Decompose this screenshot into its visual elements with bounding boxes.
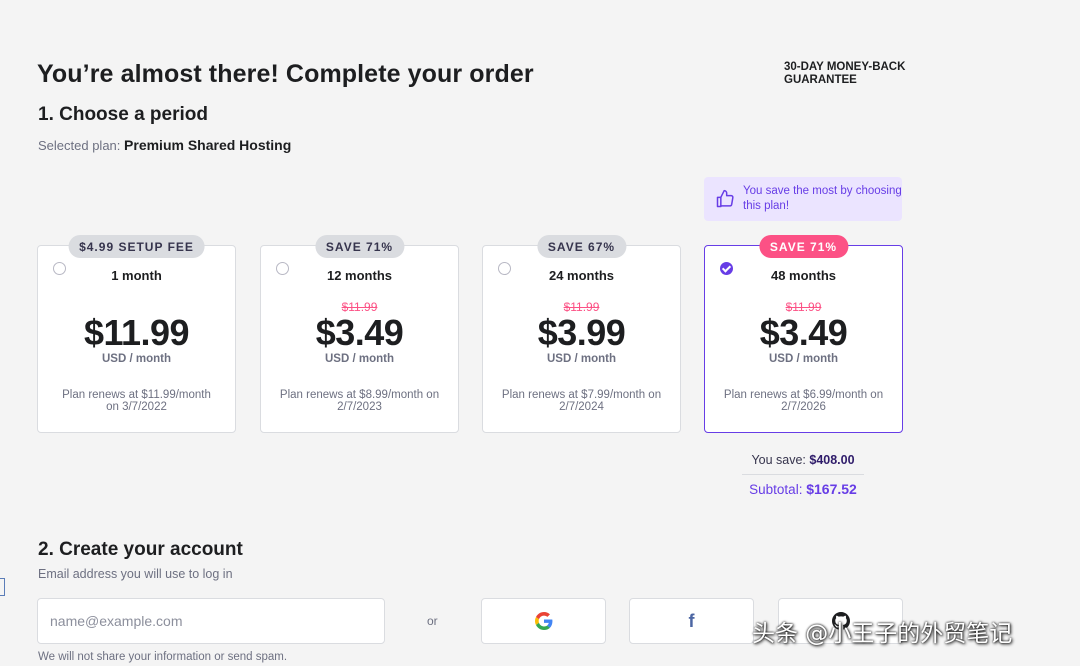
plan-renewal-note: Plan renews at $6.99/month on 2/7/2026 [723, 389, 884, 413]
plan-price: $3.49 [315, 312, 404, 353]
plan-renewal-note: Plan renews at $11.99/month on 3/7/2022 [62, 389, 211, 413]
plan-badge: SAVE 71% [314, 235, 405, 258]
plan-price-unit: USD / month [325, 353, 394, 365]
plan-card-48-months[interactable]: SAVE 71% 48 months $11.99 $3.49 USD / mo… [704, 235, 903, 433]
savings-value: $408.00 [809, 453, 855, 467]
plan-price: $3.49 [759, 312, 848, 353]
selected-plan-label: Selected plan: [38, 138, 121, 153]
subtotal-label: Subtotal: [749, 482, 803, 497]
best-value-tip-text: You save the most by choosing this plan! [743, 185, 902, 212]
subtotal-value: $167.52 [806, 481, 857, 497]
plan-price-unit: USD / month [769, 353, 838, 365]
edge-marker [0, 578, 5, 596]
savings-label: You save: [751, 453, 806, 467]
plan-renewal-note: Plan renews at $7.99/month on 2/7/2024 [501, 389, 662, 413]
subtotal-summary: Subtotal: $167.52 [704, 481, 902, 497]
plan-price: $3.99 [537, 312, 626, 353]
plan-renewal-note: Plan renews at $8.99/month on 2/7/2023 [279, 389, 440, 413]
summary-divider [742, 474, 864, 475]
plan-card-12-months[interactable]: SAVE 71% 12 months $11.99 $3.49 USD / mo… [260, 235, 459, 433]
facebook-login-button[interactable]: f [629, 598, 754, 644]
plan-period: 12 months [326, 268, 392, 283]
email-field[interactable] [37, 598, 385, 644]
plan-price-unit: USD / month [547, 353, 616, 365]
page-title: You’re almost there! Complete your order [37, 60, 534, 88]
plan-period: 48 months [770, 268, 836, 283]
money-back-guarantee: 30-DAY MONEY-BACK GUARANTEE [784, 61, 906, 86]
plan-price: $11.99 [83, 312, 190, 353]
plan-badge: $4.99 SETUP FEE [68, 235, 205, 258]
savings-summary: You save: $408.00 [704, 453, 902, 467]
watermark-text: 头条 @小王子的外贸笔记 [752, 621, 1013, 647]
facebook-icon: f [688, 610, 695, 631]
plan-card-24-months[interactable]: SAVE 67% 24 months $11.99 $3.99 USD / mo… [482, 235, 681, 433]
best-value-tip: You save the most by choosing this plan! [704, 177, 902, 221]
or-separator: or [427, 614, 438, 628]
plan-price-unit: USD / month [102, 353, 171, 365]
plan-badge: SAVE 67% [536, 235, 627, 258]
google-icon [534, 612, 552, 630]
plan-card-1-month[interactable]: $4.99 SETUP FEE 1 month $11.99 USD / mon… [37, 235, 236, 433]
google-login-button[interactable] [481, 598, 606, 644]
selected-plan-value: Premium Shared Hosting [124, 137, 292, 153]
privacy-disclaimer: We will not share your information or se… [38, 651, 288, 663]
step2-title: 2. Create your account [38, 539, 243, 560]
email-hint: Email address you will use to log in [38, 567, 233, 581]
step1-title: 1. Choose a period [38, 104, 208, 125]
plan-badge: SAVE 71% [758, 235, 849, 258]
plan-period: 1 month [111, 268, 162, 283]
thumbs-up-icon [716, 189, 734, 208]
plan-period: 24 months [548, 268, 614, 283]
selected-plan: Selected plan: Premium Shared Hosting [38, 137, 291, 153]
